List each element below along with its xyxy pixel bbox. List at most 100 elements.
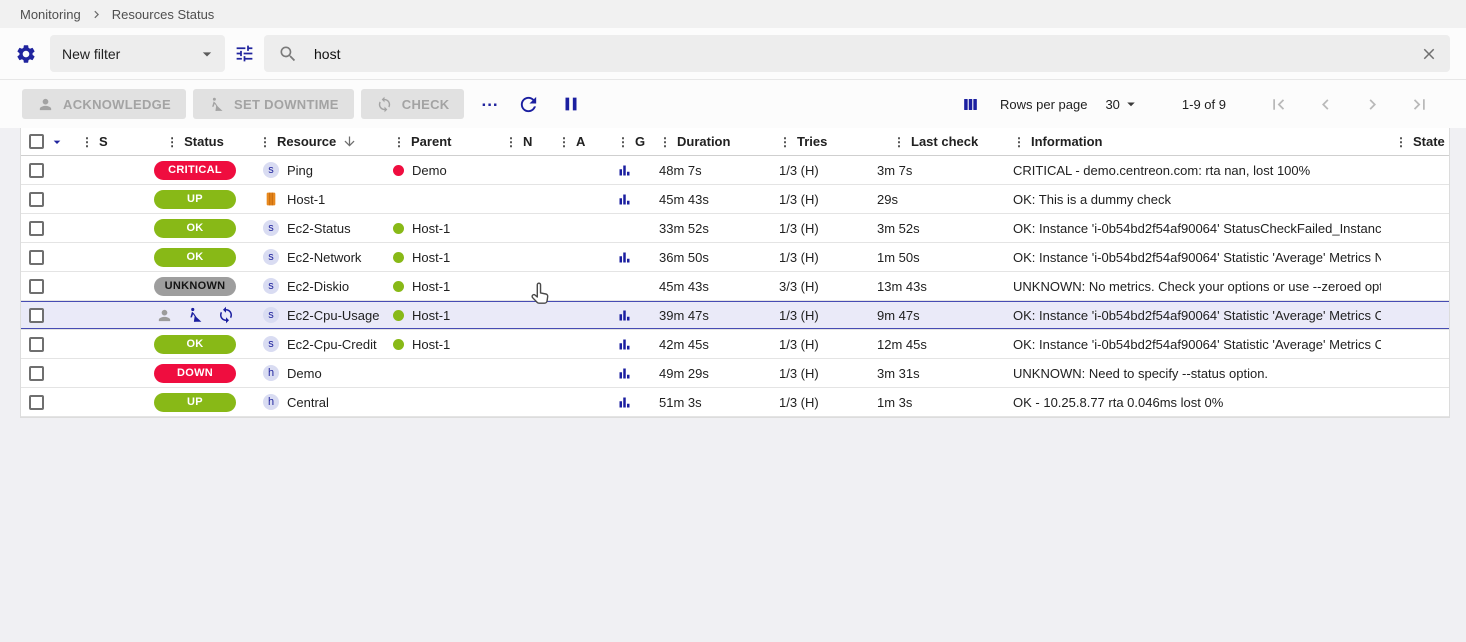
table-row-hovered[interactable]: sEc2-Cpu-Usage Host-1 39m 47s 1/3 (H) 9m… (21, 301, 1449, 330)
row-checkbox[interactable] (29, 221, 44, 236)
table-row[interactable]: CRITICAL sPing Demo 48m 7s 1/3 (H) 3m 7s… (21, 156, 1449, 185)
column-header-status[interactable]: ⋮Status (147, 134, 243, 149)
search-icon (278, 44, 298, 64)
row-checkbox[interactable] (29, 337, 44, 352)
last-check-cell: 1m 50s (873, 250, 1008, 265)
column-header-information[interactable]: ⋮Information (1008, 134, 1381, 149)
column-header-state[interactable]: ⋮State (1381, 134, 1449, 149)
breadcrumb-item-monitoring[interactable]: Monitoring (20, 7, 81, 22)
status-badge: OK (154, 335, 236, 354)
column-header-tries[interactable]: ⋮Tries (753, 134, 873, 149)
last-check-cell: 3m 52s (873, 221, 1008, 236)
filter-options-button[interactable] (231, 40, 258, 67)
acknowledge-icon[interactable] (156, 307, 173, 324)
pause-icon (560, 93, 582, 115)
clear-search-icon[interactable] (1420, 45, 1438, 63)
set-downtime-button[interactable]: SET DOWNTIME (193, 89, 354, 119)
parent-status-dot (393, 252, 404, 263)
graph-icon[interactable] (617, 308, 632, 323)
tries-cell: 1/3 (H) (753, 395, 873, 410)
column-header-resource[interactable]: ⋮Resource (243, 134, 381, 149)
table-row[interactable]: UP hCentral 51m 3s 1/3 (H) 1m 3s OK - 10… (21, 388, 1449, 417)
information-cell: OK: Instance 'i-0b54bd2f54af90064' Stati… (1008, 250, 1381, 265)
columns-icon[interactable] (961, 95, 980, 114)
table-row[interactable]: OK sEc2-Cpu-Credit Host-1 42m 45s 1/3 (H… (21, 330, 1449, 359)
pause-button[interactable] (558, 91, 584, 117)
resource-name: Ec2-Status (287, 221, 351, 236)
row-checkbox[interactable] (29, 308, 44, 323)
parent-name: Host-1 (412, 250, 450, 265)
next-page-button[interactable] (1360, 92, 1385, 117)
pagination-range: 1-9 of 9 (1182, 97, 1226, 112)
row-checkbox[interactable] (29, 192, 44, 207)
table-row[interactable]: OK sEc2-Status Host-1 33m 52s 1/3 (H) 3m… (21, 214, 1449, 243)
set-downtime-icon[interactable] (186, 306, 204, 324)
last-check-cell: 13m 43s (873, 279, 1008, 294)
table-row[interactable]: UP Host-1 45m 43s 1/3 (H) 29s OK: This i… (21, 185, 1449, 214)
resource-name: Central (287, 395, 329, 410)
parent-name: Demo (412, 163, 447, 178)
aws-host-icon (263, 191, 279, 207)
last-check-cell: 1m 3s (873, 395, 1008, 410)
last-page-button[interactable] (1407, 92, 1432, 117)
graph-icon[interactable] (617, 337, 632, 352)
parent-name: Host-1 (412, 221, 450, 236)
check-icon[interactable] (217, 306, 235, 324)
tries-cell: 1/3 (H) (753, 308, 873, 323)
service-chip: s (263, 307, 279, 323)
column-header-duration[interactable]: ⋮Duration (646, 134, 753, 149)
column-header-parent[interactable]: ⋮Parent (381, 134, 491, 149)
rows-per-page-label: Rows per page (1000, 97, 1087, 112)
row-checkbox[interactable] (29, 250, 44, 265)
tries-cell: 1/3 (H) (753, 163, 873, 178)
graph-icon[interactable] (617, 366, 632, 381)
chevron-down-icon (1122, 95, 1140, 113)
service-chip: s (263, 336, 279, 352)
previous-page-button[interactable] (1313, 92, 1338, 117)
table-row[interactable]: DOWN hDemo 49m 29s 1/3 (H) 3m 31s UNKNOW… (21, 359, 1449, 388)
acknowledge-button[interactable]: ACKNOWLEDGE (22, 89, 186, 119)
chevron-left-icon (1315, 94, 1336, 115)
table-row[interactable]: OK sEc2-Network Host-1 36m 50s 1/3 (H) 1… (21, 243, 1449, 272)
refresh-button[interactable] (515, 91, 542, 118)
pagination-controls: Rows per page 30 1-9 of 9 (961, 92, 1466, 117)
graph-icon[interactable] (617, 163, 632, 178)
select-menu-icon[interactable] (49, 134, 65, 150)
settings-icon[interactable] (15, 43, 37, 65)
column-header-g[interactable]: ⋮G (601, 134, 646, 149)
resource-name: Ping (287, 163, 313, 178)
row-checkbox[interactable] (29, 279, 44, 294)
column-header-n[interactable]: ⋮N (491, 134, 546, 149)
column-header-a[interactable]: ⋮A (546, 134, 601, 149)
parent-name: Host-1 (412, 279, 450, 294)
parent-status-dot (393, 339, 404, 350)
rows-per-page-select[interactable]: 30 (1105, 95, 1139, 113)
row-checkbox[interactable] (29, 366, 44, 381)
service-chip: s (263, 249, 279, 265)
last-check-cell: 29s (873, 192, 1008, 207)
filter-select[interactable]: New filter (50, 35, 225, 72)
chevron-down-icon (197, 44, 217, 64)
row-checkbox[interactable] (29, 395, 44, 410)
first-page-icon (1268, 94, 1289, 115)
more-actions-button[interactable]: ... (475, 90, 504, 112)
information-cell: CRITICAL - demo.centreon.com: rta nan, l… (1008, 163, 1381, 178)
graph-icon[interactable] (617, 192, 632, 207)
table-row[interactable]: UNKNOWN sEc2-Diskio Host-1 45m 43s 3/3 (… (21, 272, 1449, 301)
column-header-severity[interactable]: ⋮S (65, 134, 147, 149)
tries-cell: 3/3 (H) (753, 279, 873, 294)
status-badge: OK (154, 219, 236, 238)
status-badge: UP (154, 393, 236, 412)
select-all-checkbox[interactable] (29, 134, 44, 149)
last-check-cell: 9m 47s (873, 308, 1008, 323)
search-input[interactable] (312, 45, 1406, 63)
first-page-button[interactable] (1266, 92, 1291, 117)
duration-cell: 45m 43s (646, 192, 753, 207)
check-button[interactable]: CHECK (361, 89, 465, 119)
graph-icon[interactable] (617, 395, 632, 410)
last-check-cell: 12m 45s (873, 337, 1008, 352)
breadcrumb-item-resources-status[interactable]: Resources Status (112, 7, 215, 22)
column-header-last-check[interactable]: ⋮Last check (873, 134, 1008, 149)
row-checkbox[interactable] (29, 163, 44, 178)
graph-icon[interactable] (617, 250, 632, 265)
